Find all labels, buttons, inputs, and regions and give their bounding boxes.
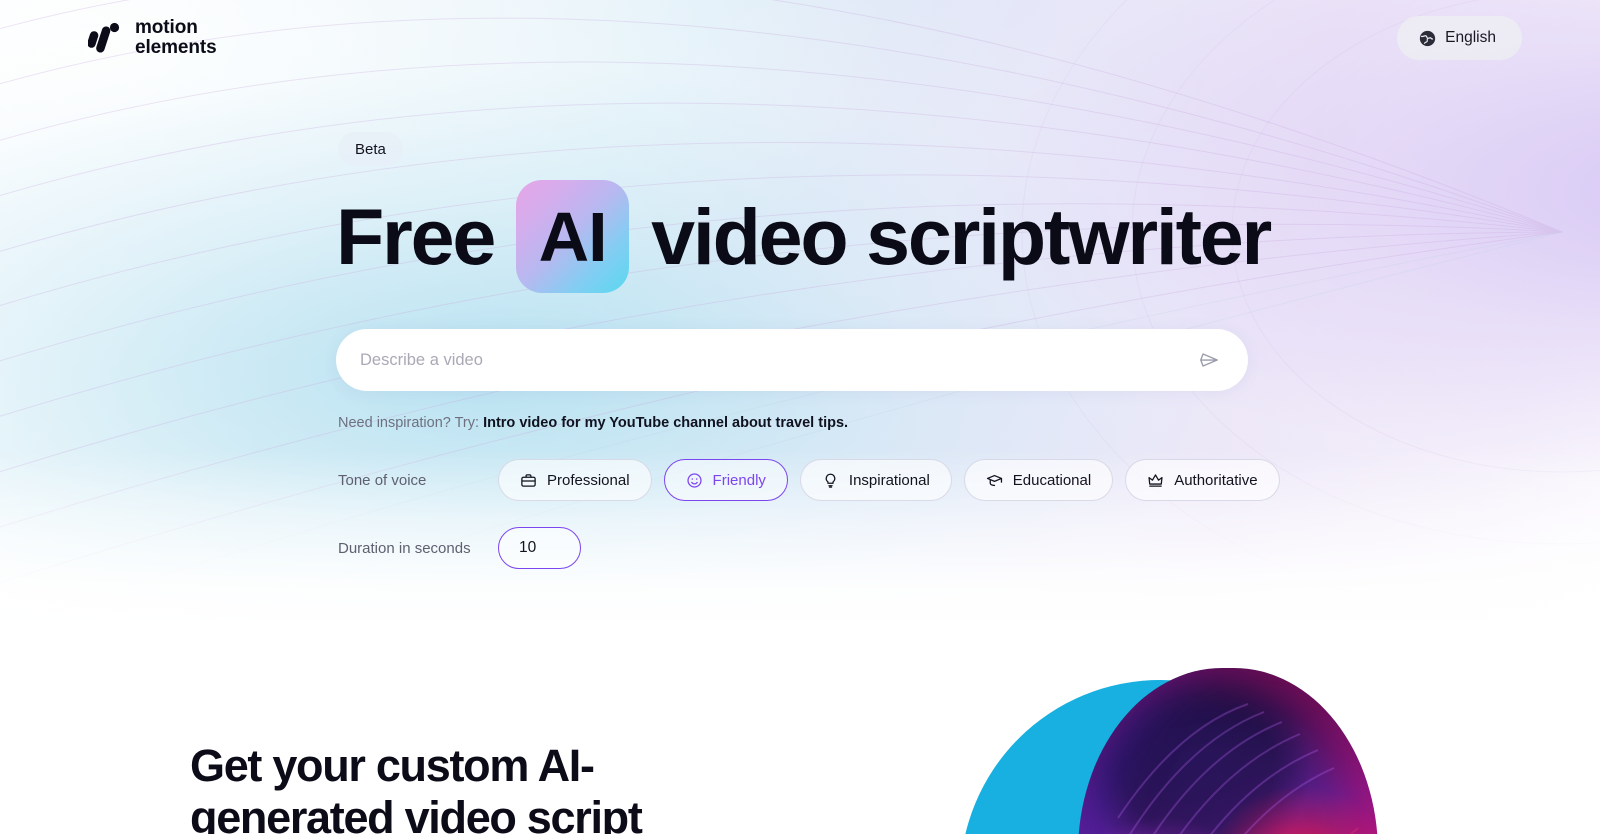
logo[interactable]: motion elements <box>88 18 217 58</box>
headline-part-1: Free <box>336 192 496 281</box>
section-title: Get your custom AI-generated video scrip… <box>190 740 643 834</box>
beta-badge: Beta <box>338 132 403 166</box>
tone-chip-label: Educational <box>1012 471 1092 489</box>
inspiration-hint: Need inspiration? Try: Intro video for m… <box>338 415 1336 431</box>
tone-chip-label: Friendly <box>712 471 766 489</box>
tone-chip-label: Inspirational <box>848 471 930 489</box>
send-button[interactable] <box>1192 343 1226 377</box>
motion-elements-logo-icon <box>88 22 120 53</box>
ai-highlight-badge: AI <box>516 180 630 293</box>
site-header: motion elements English <box>0 0 1600 76</box>
duration-row: Duration in seconds <box>336 527 1336 569</box>
smiley-icon <box>686 472 702 488</box>
tone-chip-label: Professional <box>547 471 630 489</box>
search-input[interactable] <box>360 350 1192 370</box>
inspiration-lead: Need inspiration? Try: <box>338 415 480 431</box>
hero-content: Beta Free AI video scriptwriter Need ins… <box>336 132 1336 569</box>
send-icon <box>1200 353 1218 367</box>
headline-part-2: video scriptwriter <box>651 192 1272 281</box>
tone-chip-professional[interactable]: Professional <box>498 459 652 501</box>
lightbulb-icon <box>825 473 836 488</box>
logo-text: motion elements <box>135 18 217 58</box>
tone-of-voice-row: Tone of voice Professional Friendly Insp… <box>336 459 1336 501</box>
person-photo <box>960 668 1378 834</box>
duration-input[interactable] <box>498 527 581 569</box>
tone-chip-authoritative[interactable]: Authoritative <box>1125 459 1280 501</box>
lower-section: Get your custom AI-generated video scrip… <box>0 620 1600 834</box>
page-title: Free AI video scriptwriter <box>336 180 1336 293</box>
crown-icon <box>1148 473 1163 487</box>
graduation-cap-icon <box>986 474 1002 486</box>
describe-video-search-bar[interactable] <box>336 329 1248 391</box>
tone-of-voice-label: Tone of voice <box>338 471 427 489</box>
duration-label: Duration in seconds <box>338 539 471 557</box>
tone-chip-label: Authoritative <box>1174 471 1258 489</box>
tone-chip-friendly[interactable]: Friendly <box>663 459 788 501</box>
language-label: English <box>1445 29 1496 46</box>
tone-chip-educational[interactable]: Educational <box>963 459 1114 501</box>
logo-line-1: motion <box>135 17 198 39</box>
globe-icon <box>1420 30 1436 46</box>
language-selector-button[interactable]: English <box>1397 16 1522 60</box>
logo-line-2: elements <box>135 37 217 58</box>
page-root: motion elements English Beta Free AI vid… <box>0 0 1600 834</box>
inspiration-prompt[interactable]: Intro video for my YouTube channel about… <box>483 415 848 431</box>
tone-chip-inspirational[interactable]: Inspirational <box>799 459 952 501</box>
briefcase-icon <box>521 473 536 487</box>
